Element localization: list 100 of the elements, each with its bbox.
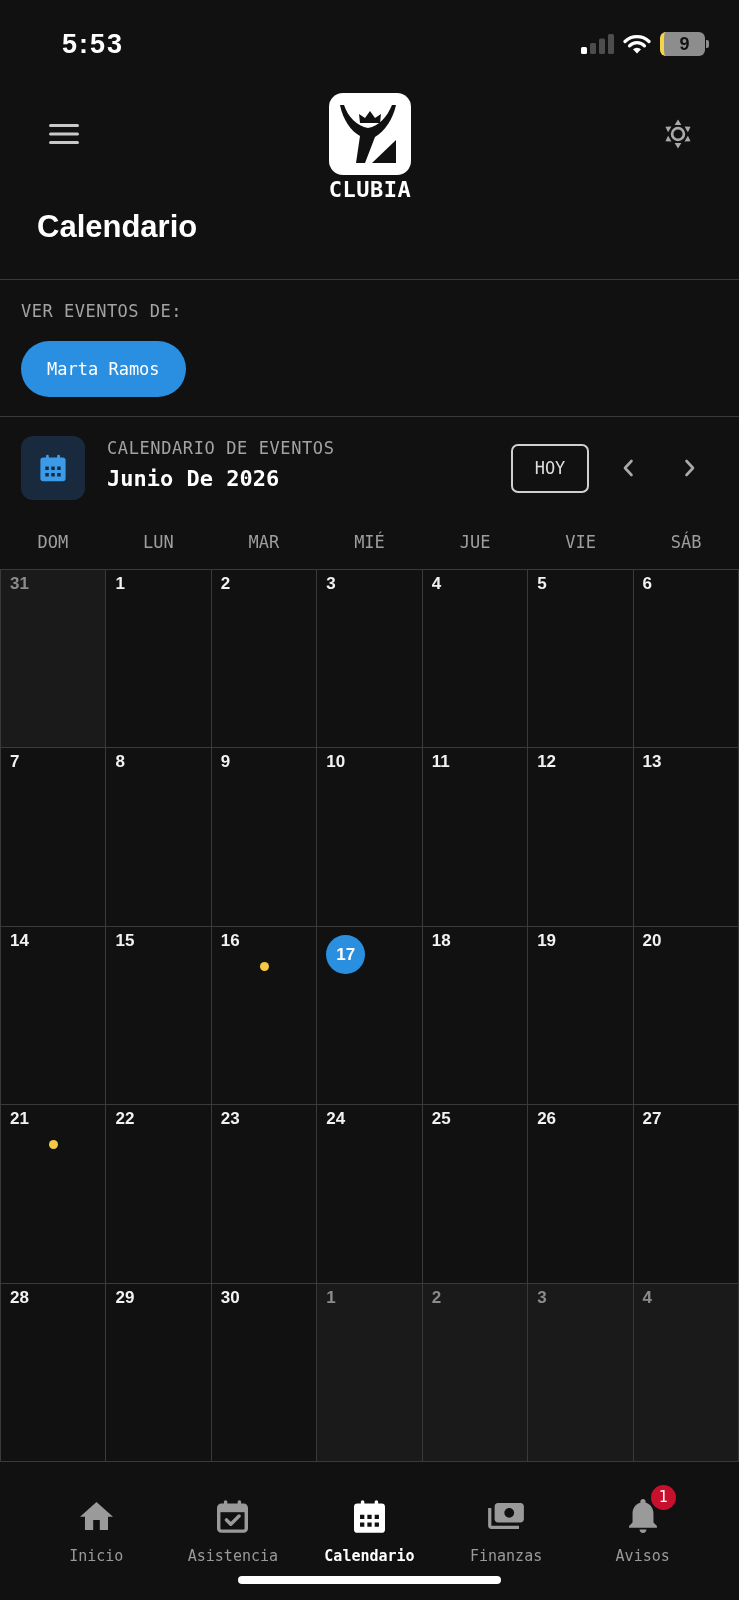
day-number: 3 bbox=[537, 1286, 547, 1309]
day-number: 24 bbox=[326, 1108, 346, 1131]
day-cell[interactable]: 4 bbox=[633, 1283, 739, 1462]
calendar-caption: CALENDARIO DE EVENTOS bbox=[107, 437, 335, 460]
nav-tab[interactable]: Finanzas bbox=[453, 1462, 559, 1567]
weekday-label: LUN bbox=[143, 531, 174, 554]
day-number: 1 bbox=[326, 1286, 336, 1309]
wifi-icon bbox=[623, 34, 651, 54]
banknotes-icon bbox=[488, 1503, 525, 1529]
day-cell[interactable]: 7 bbox=[1, 748, 107, 927]
day-number: 18 bbox=[431, 929, 451, 952]
day-number: 25 bbox=[431, 1108, 451, 1131]
day-number: 22 bbox=[115, 1108, 135, 1131]
day-cell[interactable]: 3 bbox=[528, 1283, 634, 1462]
day-number: 14 bbox=[10, 929, 29, 952]
day-cell[interactable]: 2 bbox=[422, 1283, 529, 1462]
weekday-label: VIE bbox=[565, 531, 596, 554]
day-number: 13 bbox=[642, 751, 662, 774]
chevron-left-icon[interactable] bbox=[622, 459, 634, 477]
weekday-label: SÁB bbox=[670, 530, 702, 554]
status-time: 5:53 bbox=[62, 30, 125, 58]
day-number: 27 bbox=[642, 1108, 662, 1131]
day-cell[interactable]: 13 bbox=[633, 748, 739, 927]
day-cell[interactable]: 9 bbox=[211, 748, 318, 927]
day-cell[interactable]: 4 bbox=[422, 570, 529, 749]
day-cell[interactable]: 19 bbox=[528, 926, 634, 1106]
day-cell[interactable]: 8 bbox=[106, 748, 212, 927]
day-number: 28 bbox=[10, 1286, 29, 1309]
day-number: 2 bbox=[220, 573, 231, 595]
day-number: 30 bbox=[220, 1286, 240, 1309]
day-number: 17 bbox=[326, 934, 366, 974]
day-number: 16 bbox=[220, 929, 240, 952]
day-cell[interactable]: 21 bbox=[1, 1105, 107, 1284]
day-cell[interactable]: 2 bbox=[211, 570, 318, 749]
day-cell[interactable]: 11 bbox=[422, 748, 529, 927]
nav-tab[interactable]: Inicio bbox=[53, 1462, 140, 1567]
day-cell[interactable]: 6 bbox=[633, 570, 739, 749]
chevron-right-icon[interactable] bbox=[684, 459, 696, 477]
battery-indicator: 9 bbox=[660, 32, 709, 56]
sun-icon[interactable] bbox=[665, 119, 691, 149]
nav-tab[interactable]: Asistencia bbox=[171, 1462, 295, 1567]
day-number: 2 bbox=[431, 1286, 442, 1309]
day-cell[interactable]: 5 bbox=[528, 570, 634, 749]
nav-tab[interactable]: Calendario bbox=[308, 1462, 431, 1567]
signal-icon bbox=[581, 34, 614, 54]
day-number: 15 bbox=[115, 929, 135, 952]
logo-icon bbox=[329, 93, 411, 175]
day-number: 23 bbox=[220, 1108, 240, 1131]
day-cell[interactable]: 29 bbox=[106, 1283, 212, 1462]
day-number: 7 bbox=[10, 751, 20, 774]
day-cell[interactable]: 16 bbox=[211, 926, 318, 1106]
calendar-check-icon bbox=[217, 1499, 249, 1533]
day-cell[interactable]: 30 bbox=[211, 1283, 318, 1462]
weekday-label: JUE bbox=[459, 531, 491, 554]
today-button[interactable]: HOY bbox=[511, 443, 589, 493]
day-cell[interactable]: 28 bbox=[1, 1283, 107, 1462]
menu-icon[interactable] bbox=[49, 124, 79, 144]
day-number: 8 bbox=[115, 751, 125, 774]
month-title: Junio De 2026 bbox=[107, 465, 280, 493]
day-cell[interactable]: 26 bbox=[528, 1105, 634, 1284]
filter-label: VER EVENTOS DE: bbox=[21, 300, 183, 323]
calendar-icon bbox=[21, 436, 85, 500]
day-number: 4 bbox=[431, 573, 442, 595]
day-number: 10 bbox=[326, 751, 346, 774]
day-number: 12 bbox=[537, 751, 557, 774]
calendar-icon bbox=[354, 1499, 385, 1533]
day-number: 11 bbox=[431, 751, 450, 774]
day-number: 29 bbox=[115, 1286, 135, 1309]
day-cell[interactable]: 31 bbox=[1, 570, 107, 749]
day-cell[interactable]: 18 bbox=[422, 926, 529, 1106]
day-number: 9 bbox=[220, 751, 231, 774]
day-cell[interactable]: 24 bbox=[317, 1105, 423, 1284]
weekday-label: DOM bbox=[37, 531, 69, 554]
day-number: 31 bbox=[10, 573, 29, 595]
day-cell[interactable]: 23 bbox=[211, 1105, 318, 1284]
day-cell[interactable]: 27 bbox=[633, 1105, 739, 1284]
day-cell[interactable]: 20 bbox=[633, 926, 739, 1106]
day-number: 26 bbox=[537, 1108, 557, 1131]
notification-badge: 1 bbox=[650, 1485, 676, 1510]
day-cell[interactable]: 14 bbox=[1, 926, 107, 1106]
nav-tab[interactable]: 1 Avisos bbox=[599, 1462, 686, 1567]
day-number: 5 bbox=[537, 573, 547, 595]
day-cell[interactable]: 1 bbox=[317, 1283, 423, 1462]
home-icon bbox=[79, 1502, 113, 1530]
bell-icon bbox=[628, 1499, 657, 1533]
day-cell[interactable]: 22 bbox=[106, 1105, 212, 1284]
page-title: Calendario bbox=[37, 208, 198, 246]
day-cell[interactable]: 10 bbox=[317, 748, 423, 927]
day-cell[interactable]: 3 bbox=[317, 570, 423, 749]
weekday-label: MAR bbox=[248, 531, 280, 554]
day-cell[interactable]: 15 bbox=[106, 926, 212, 1106]
day-number: 1 bbox=[115, 573, 125, 595]
day-number: 3 bbox=[326, 573, 336, 595]
day-number: 4 bbox=[642, 1286, 653, 1309]
day-cell[interactable]: 25 bbox=[422, 1105, 529, 1284]
logo-text: CLUBIA bbox=[328, 178, 412, 202]
day-cell[interactable]: 1 bbox=[106, 570, 212, 749]
day-cell[interactable]: 12 bbox=[528, 748, 634, 927]
weekday-label: MIÉ bbox=[354, 530, 385, 554]
day-number: 6 bbox=[642, 573, 653, 595]
